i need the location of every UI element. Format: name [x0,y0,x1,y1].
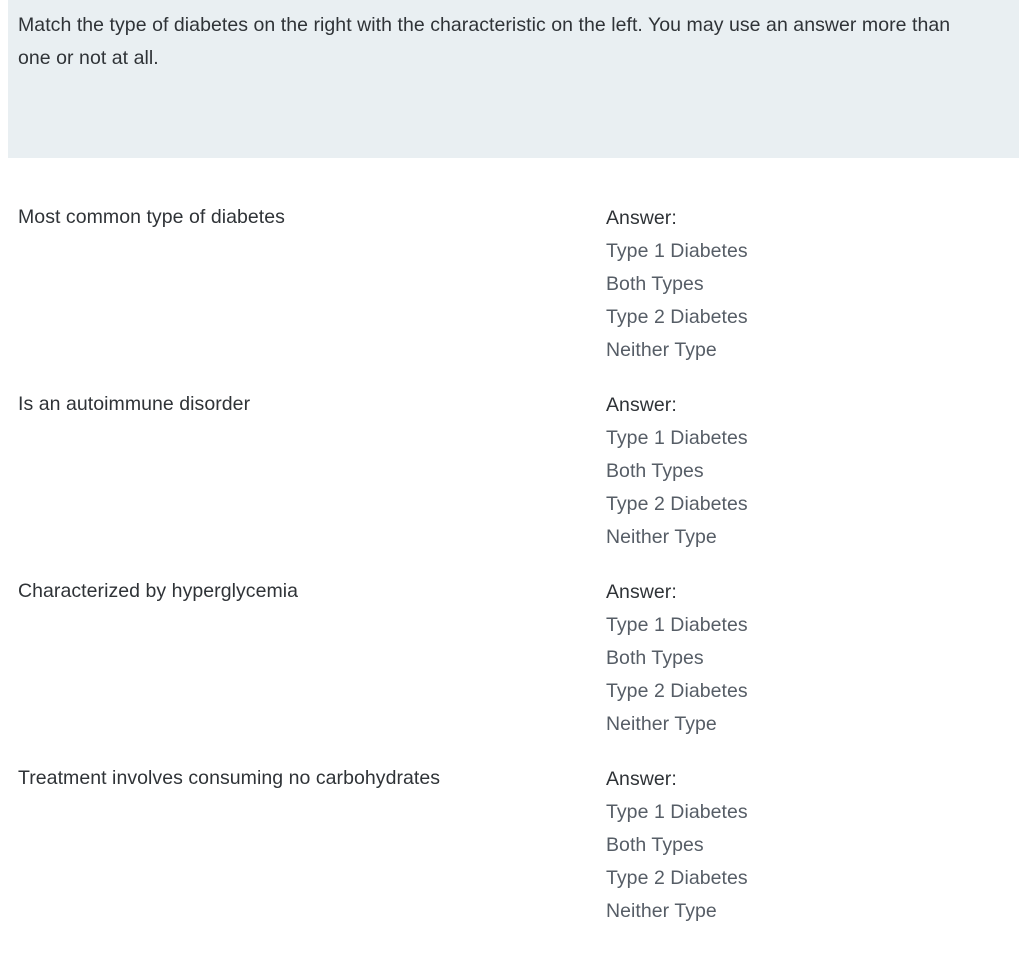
question-stem: Is an autoimmune disorder [18,393,251,415]
answer-option[interactable]: Both Types [606,642,986,675]
question-row: Most common type of diabetes Answer: Typ… [0,158,1024,361]
answer-label: Answer: [606,394,677,416]
answer-group: Answer: Type 1 Diabetes Both Types Type … [606,576,986,741]
instruction-banner: Match the type of diabetes on the right … [8,0,1019,158]
question-list: Most common type of diabetes Answer: Typ… [0,158,1024,922]
instruction-text: Match the type of diabetes on the right … [18,14,956,69]
question-row: Treatment involves consuming no carbohyd… [0,719,1024,922]
answer-option[interactable]: Type 2 Diabetes [606,301,986,334]
answer-option[interactable]: Type 2 Diabetes [606,862,986,895]
answer-label: Answer: [606,768,677,790]
answer-group: Answer: Type 1 Diabetes Both Types Type … [606,389,986,554]
answer-option[interactable]: Type 1 Diabetes [606,422,986,455]
answer-group: Answer: Type 1 Diabetes Both Types Type … [606,763,986,928]
answer-group: Answer: Type 1 Diabetes Both Types Type … [606,202,986,367]
answer-option[interactable]: Type 1 Diabetes [606,235,986,268]
answer-option[interactable]: Type 1 Diabetes [606,796,986,829]
question-stem: Treatment involves consuming no carbohyd… [18,767,441,789]
answer-option[interactable]: Both Types [606,268,986,301]
answer-option[interactable]: Both Types [606,455,986,488]
question-row: Is an autoimmune disorder Answer: Type 1… [0,345,1024,548]
answer-label: Answer: [606,207,677,229]
question-stem: Characterized by hyperglycemia [18,580,299,602]
answer-option[interactable]: Neither Type [606,895,986,928]
matching-question-page: Match the type of diabetes on the right … [0,0,1024,977]
question-stem: Most common type of diabetes [18,206,285,228]
answer-option[interactable]: Type 2 Diabetes [606,488,986,521]
answer-option[interactable]: Both Types [606,829,986,862]
answer-label: Answer: [606,581,677,603]
question-row: Characterized by hyperglycemia Answer: T… [0,532,1024,735]
answer-option[interactable]: Type 2 Diabetes [606,675,986,708]
answer-option[interactable]: Type 1 Diabetes [606,609,986,642]
